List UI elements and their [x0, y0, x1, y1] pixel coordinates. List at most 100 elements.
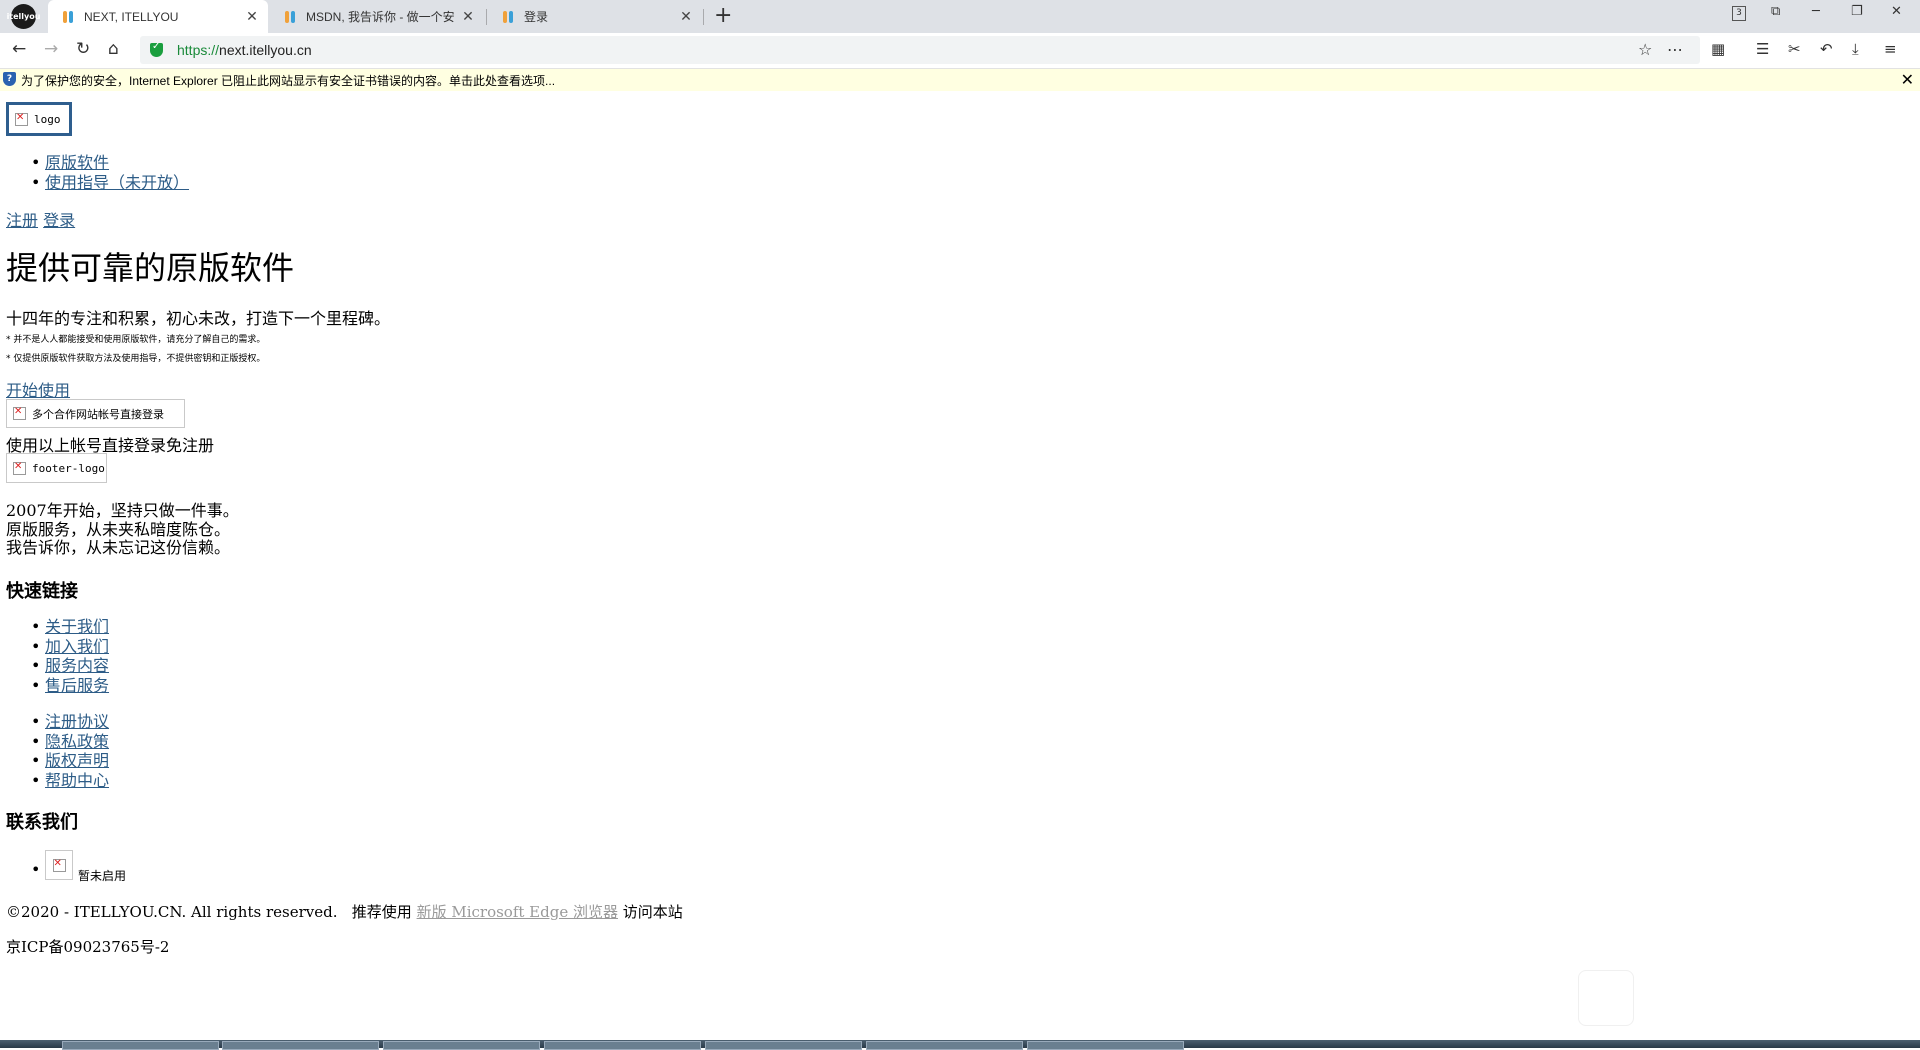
join-us-link[interactable]: 加入我们 — [45, 637, 109, 656]
list-item: 加入我们 — [0, 637, 109, 657]
quick-links-list-1: 关于我们 加入我们 服务内容 售后服务 — [0, 617, 109, 695]
tab-separator — [703, 9, 704, 25]
contact-bullet: • — [31, 860, 41, 879]
security-info-bar[interactable]: ? 为了保护您的安全，Internet Explorer 已阻止此网站显示有安全… — [0, 69, 1920, 91]
register-agreement-link[interactable]: 注册协议 — [45, 712, 109, 731]
privacy-policy-link[interactable]: 隐私政策 — [45, 732, 109, 751]
copyright-text: ©2020 - ITELLYOU.CN. All rights reserved… — [6, 903, 338, 921]
auth-links: 注册 登录 — [6, 207, 75, 231]
login-link[interactable]: 登录 — [43, 211, 75, 230]
help-center-link[interactable]: 帮助中心 — [45, 771, 109, 790]
tab-manager-icon[interactable]: ⧉ — [1771, 4, 1780, 19]
more-options-icon[interactable]: ⋯ — [1667, 40, 1683, 59]
profile-avatar[interactable]: itellyou — [7, 4, 40, 29]
address-input[interactable]: https://next.itellyou.cn ☆ ⋯ — [140, 36, 1700, 64]
profile-avatar-label: itellyou — [6, 12, 41, 21]
list-item: 帮助中心 — [0, 771, 109, 791]
broken-image-icon — [52, 858, 66, 872]
itellyou-favicon-icon — [282, 9, 298, 25]
taskbar-item[interactable] — [866, 1041, 1023, 1050]
scissors-icon[interactable]: ✂ — [1788, 40, 1801, 58]
tab-separator — [486, 9, 487, 25]
taskbar-item[interactable] — [705, 1041, 862, 1050]
contact-status: 暂未启用 — [78, 869, 127, 883]
broken-image-icon — [13, 461, 26, 475]
download-icon[interactable]: ⤓ — [1852, 40, 1859, 58]
recommend-prefix: 推荐使用 — [351, 903, 412, 921]
tab-msdn[interactable]: MSDN, 我告诉你 - 做一个安 ✕ — [270, 0, 484, 33]
apps-grid-icon[interactable]: ▦ — [1711, 40, 1725, 58]
minimize-button[interactable]: ─ — [1812, 4, 1820, 19]
story-line: 我告诉你，从未忘记这份信赖。 — [6, 538, 231, 557]
undo-icon[interactable]: ↶ — [1820, 40, 1833, 58]
quick-links-list-2: 注册协议 隐私政策 版权声明 帮助中心 — [0, 712, 109, 790]
nav-item: 使用指导（未开放） — [0, 173, 189, 193]
itellyou-favicon-icon — [500, 9, 516, 25]
security-message[interactable]: 为了保护您的安全，Internet Explorer 已阻止此网站显示有安全证书… — [21, 72, 555, 89]
copyright-notice-link[interactable]: 版权声明 — [45, 751, 109, 770]
page-subtitle: 十四年的专注和积累，初心未改，打造下一个里程碑。 — [6, 309, 391, 328]
back-arrow-icon[interactable]: ← — [12, 39, 26, 59]
tab-close-icon[interactable]: ✕ — [676, 8, 696, 25]
page-headline: 提供可靠的原版软件 — [6, 249, 295, 287]
restore-button[interactable]: ❐ — [1851, 4, 1863, 19]
contact-image — [45, 850, 73, 880]
after-sales-link[interactable]: 售后服务 — [45, 676, 109, 695]
taskbar-item[interactable] — [222, 1041, 379, 1050]
tab-title: MSDN, 我告诉你 - 做一个安 — [306, 10, 455, 24]
quick-links-heading: 快速链接 — [6, 581, 78, 602]
start-section: 开始使用 — [6, 377, 70, 401]
nav-link-user-guide[interactable]: 使用指导（未开放） — [45, 173, 189, 192]
list-item: 注册协议 — [0, 712, 109, 732]
bookmark-star-icon[interactable]: ☆ — [1638, 40, 1652, 59]
tab-bar: itellyou NEXT, ITELLYOU ✕ MSDN, 我告诉你 - 做… — [0, 0, 1920, 33]
site-logo[interactable]: logo — [6, 102, 72, 136]
security-shield-icon: ? — [3, 72, 16, 86]
partner-login-image[interactable]: 多个合作网站帐号直接登录 — [6, 399, 185, 428]
tab-title: 登录 — [524, 10, 549, 24]
close-window-button[interactable]: ✕ — [1891, 4, 1902, 19]
favorites-list-icon[interactable]: ☰ — [1756, 40, 1769, 58]
footer-logo: footer-logo — [6, 453, 107, 483]
nav-item: 原版软件 — [0, 153, 189, 173]
list-item: 关于我们 — [0, 617, 109, 637]
icp-number: 京ICP备09023765号-2 — [6, 938, 170, 956]
services-link[interactable]: 服务内容 — [45, 656, 109, 675]
about-us-link[interactable]: 关于我们 — [45, 617, 109, 636]
story-line: 原版服务，从未夹私暗度陈仓。 — [6, 519, 231, 539]
start-using-link[interactable]: 开始使用 — [6, 381, 70, 400]
logo-alt-text: logo — [34, 112, 61, 126]
menu-icon[interactable]: ≡ — [1884, 40, 1897, 58]
url-scheme: https:// — [177, 42, 220, 58]
new-tab-button[interactable]: + — [714, 3, 732, 28]
copyright-line: ©2020 - ITELLYOU.CN. All rights reserved… — [6, 901, 683, 922]
story-text: 2007年开始，坚持只做一件事。 原版服务，从未夹私暗度陈仓。 我告诉你，从未忘… — [6, 501, 239, 558]
close-infobar-icon[interactable]: ✕ — [1901, 70, 1914, 89]
taskbar-item[interactable] — [62, 1041, 219, 1050]
main-nav: 原版软件 使用指导（未开放） — [0, 153, 189, 192]
contact-heading: 联系我们 — [6, 812, 78, 833]
taskbar-item[interactable] — [1027, 1041, 1184, 1050]
forward-arrow-icon[interactable]: → — [44, 39, 58, 59]
floating-widget-icon[interactable] — [1578, 970, 1634, 1026]
home-icon[interactable]: ⌂ — [108, 39, 119, 59]
taskbar-item[interactable] — [544, 1041, 701, 1050]
note-line: * 并不是人人都能接受和使用原版软件，请充分了解自己的需求。 — [6, 335, 266, 345]
url-host: next.itellyou.cn — [219, 42, 312, 58]
reload-icon[interactable]: ↻ — [76, 39, 90, 59]
edge-browser-link[interactable]: 新版 Microsoft Edge 浏览器 — [417, 903, 618, 921]
footer-logo-alt-text: footer-logo — [32, 461, 105, 475]
note-line: * 仅提供原版软件获取方法及使用指导，不提供密钥和正版授权。 — [6, 354, 266, 364]
tab-close-icon[interactable]: ✕ — [242, 8, 262, 25]
list-item: 售后服务 — [0, 676, 109, 696]
list-item: 版权声明 — [0, 751, 109, 771]
tab-count-badge[interactable]: 3 — [1732, 6, 1746, 21]
broken-image-icon — [15, 112, 28, 126]
register-link[interactable]: 注册 — [6, 211, 38, 230]
taskbar-item[interactable] — [383, 1041, 540, 1050]
itellyou-favicon-icon — [60, 9, 76, 25]
tab-close-icon[interactable]: ✕ — [458, 8, 478, 25]
nav-link-original-software[interactable]: 原版软件 — [45, 153, 109, 172]
tab-login[interactable]: 登录 ✕ — [488, 0, 702, 33]
tab-next-itellyou[interactable]: NEXT, ITELLYOU ✕ — [48, 0, 268, 33]
